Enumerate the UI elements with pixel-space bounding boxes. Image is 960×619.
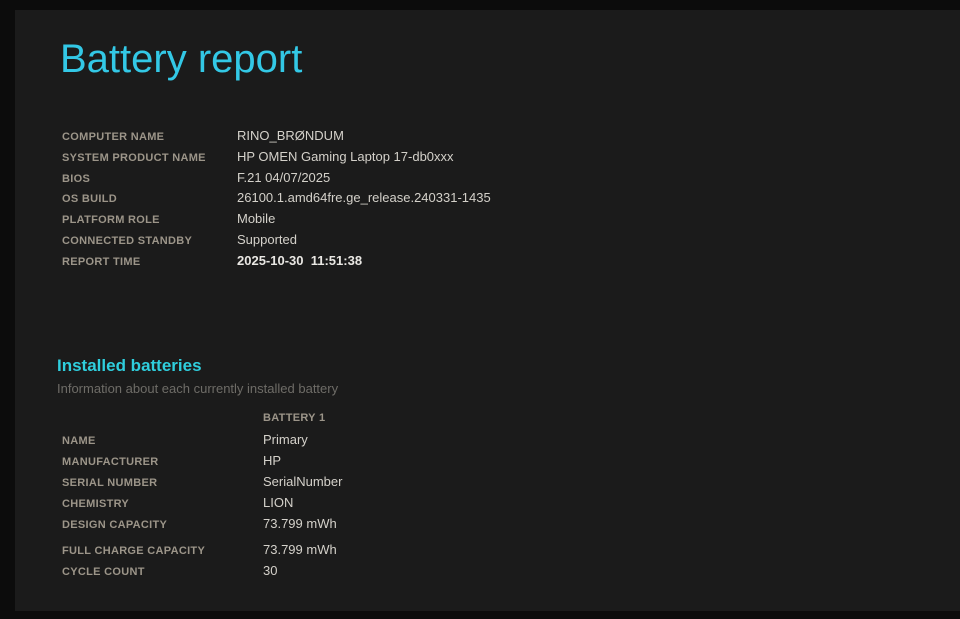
info-value: Mobile bbox=[237, 211, 276, 227]
battery-label: FULL CHARGE CAPACITY bbox=[62, 545, 206, 558]
info-label: COMPUTER NAME bbox=[62, 131, 165, 143]
battery-value: LION bbox=[263, 494, 294, 510]
battery-value: HP bbox=[263, 453, 282, 469]
battery-value: SerialNumber bbox=[263, 473, 343, 489]
battery-label: SERIAL NUMBER bbox=[62, 476, 158, 489]
table-row: DESIGN CAPACITY 73.799 mWh bbox=[62, 516, 960, 537]
page-title: Battery report bbox=[60, 37, 303, 81]
info-label: SYSTEM PRODUCT NAME bbox=[62, 151, 206, 164]
battery-table: BATTERY 1 NAME Primary MANUFACTURER HP S… bbox=[62, 412, 960, 584]
table-header-row: BATTERY 1 bbox=[62, 412, 960, 433]
battery-value: 73.799 mWh bbox=[263, 542, 337, 558]
table-row: NAME Primary bbox=[62, 432, 960, 453]
table-row: MANUFACTURER HP bbox=[62, 453, 960, 474]
battery-label: CHEMISTRY bbox=[62, 497, 130, 510]
battery-value: 30 bbox=[263, 563, 278, 579]
info-label: CONNECTED STANDBY bbox=[62, 234, 193, 247]
info-value: RINO_BRØNDUM bbox=[237, 128, 344, 143]
info-label: BIOS bbox=[62, 172, 91, 185]
table-row: SYSTEM PRODUCT NAME HP OMEN Gaming Lapto… bbox=[62, 149, 960, 170]
table-row: REPORT TIME 2025-10-30 11:51:38 bbox=[62, 253, 960, 274]
battery-value: Primary bbox=[263, 432, 308, 448]
section-subtitle: Information about each currently install… bbox=[57, 380, 339, 396]
table-row: FULL CHARGE CAPACITY 73.799 mWh bbox=[62, 542, 960, 563]
table-row: CYCLE COUNT 30 bbox=[62, 563, 960, 584]
info-value: F.21 04/07/2025 bbox=[237, 169, 331, 185]
info-value: HP OMEN Gaming Laptop 17-db0xxx bbox=[237, 148, 454, 164]
battery-report-screen: Battery report COMPUTER NAME RINO_BRØNDU… bbox=[0, 0, 960, 619]
table-row: CONNECTED STANDBY Supported bbox=[62, 232, 960, 253]
table-row: SERIAL NUMBER SerialNumber bbox=[62, 474, 960, 495]
info-label: OS BUILD bbox=[62, 193, 117, 206]
section-heading: Installed batteries bbox=[57, 355, 202, 375]
system-info-table: COMPUTER NAME RINO_BRØNDUM SYSTEM PRODUC… bbox=[62, 128, 960, 274]
table-row: BIOS F.21 04/07/2025 bbox=[62, 170, 960, 191]
info-value: Supported bbox=[237, 231, 297, 247]
info-value: 26100.1.amd64fre.ge_release.240331-1435 bbox=[237, 190, 491, 206]
battery-column-header: BATTERY 1 bbox=[263, 411, 326, 424]
battery-label: NAME bbox=[62, 435, 96, 448]
battery-label: MANUFACTURER bbox=[62, 456, 159, 469]
battery-value: 73.799 mWh bbox=[263, 515, 337, 531]
table-row: CHEMISTRY LION bbox=[62, 495, 960, 516]
report-body: Battery report COMPUTER NAME RINO_BRØNDU… bbox=[15, 10, 960, 611]
table-row: OS BUILD 26100.1.amd64fre.ge_release.240… bbox=[62, 190, 960, 211]
report-time-value: 2025-10-30 11:51:38 bbox=[237, 252, 363, 268]
installed-batteries-section: Installed batteries Information about ea… bbox=[57, 356, 960, 396]
info-label: PLATFORM ROLE bbox=[62, 214, 160, 227]
table-row: COMPUTER NAME RINO_BRØNDUM bbox=[62, 128, 960, 149]
battery-label: CYCLE COUNT bbox=[62, 566, 145, 579]
info-label: REPORT TIME bbox=[62, 255, 141, 268]
battery-label: DESIGN CAPACITY bbox=[62, 518, 168, 531]
table-row: PLATFORM ROLE Mobile bbox=[62, 211, 960, 232]
